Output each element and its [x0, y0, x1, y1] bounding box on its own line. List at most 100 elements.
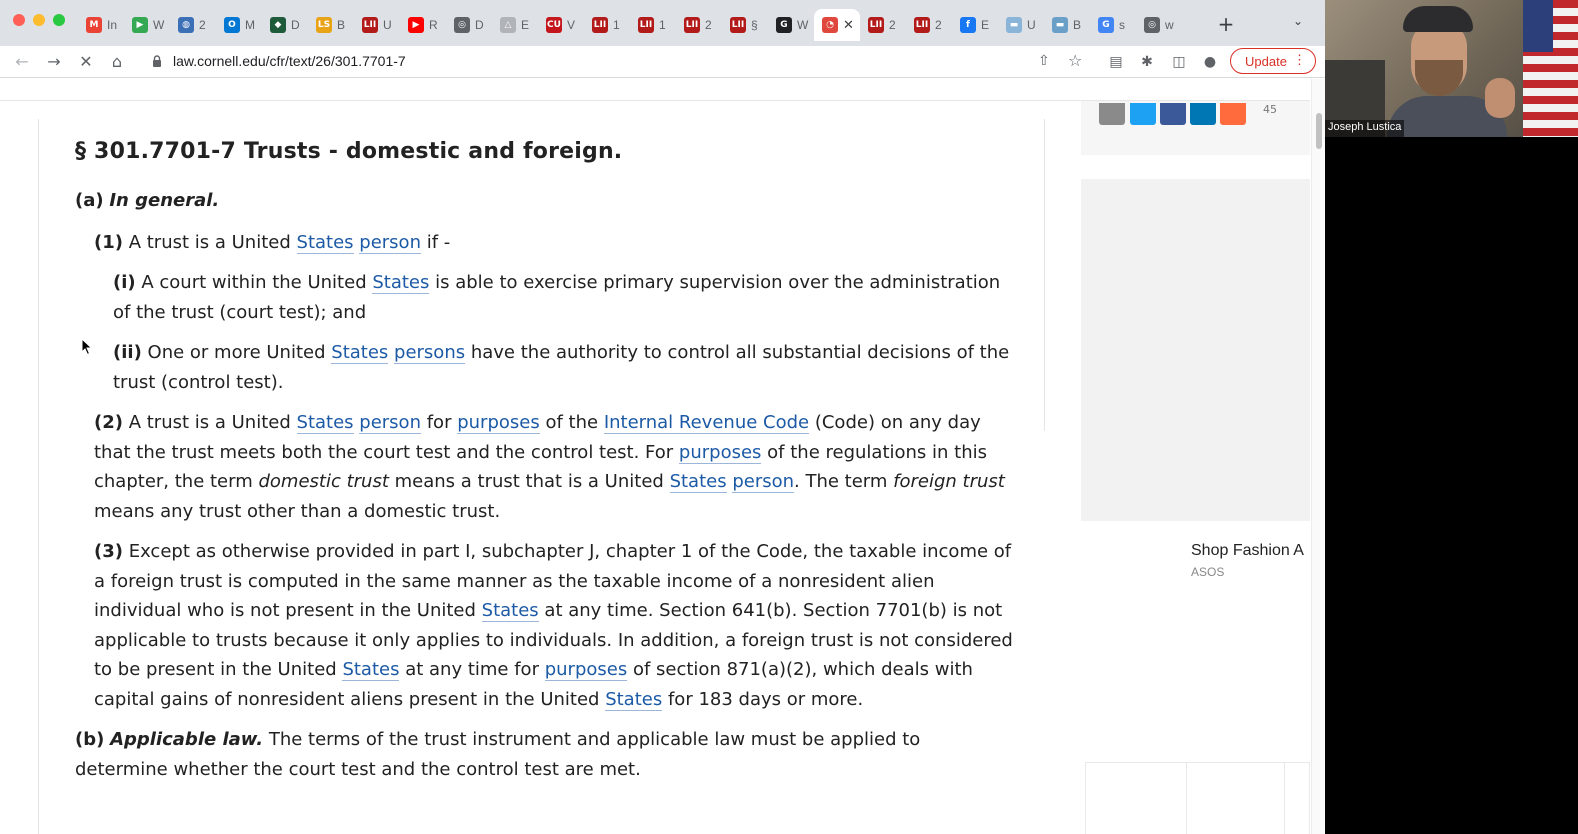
- tab-label: U: [1027, 18, 1036, 32]
- facebook-share-icon[interactable]: [1160, 103, 1186, 125]
- term-link-persons[interactable]: persons: [394, 342, 466, 364]
- social-share-bar: 45: [1081, 101, 1310, 155]
- more-share-icon[interactable]: [1220, 103, 1246, 125]
- term-link-purposes[interactable]: purposes: [544, 659, 628, 681]
- tab[interactable]: ▬ B: [1044, 9, 1090, 41]
- address-bar[interactable]: law.cornell.edu/cfr/text/26/301.7701-7 ⇧…: [140, 48, 1095, 76]
- lock-icon[interactable]: [152, 55, 162, 67]
- tab-favicon-icon: G: [776, 17, 792, 33]
- term-link-states[interactable]: States: [669, 471, 727, 493]
- term-link-person[interactable]: person: [359, 231, 421, 254]
- tab[interactable]: △ E: [492, 9, 538, 41]
- forward-button[interactable]: →: [42, 50, 66, 74]
- tab[interactable]: ▶ R: [400, 9, 446, 41]
- tab[interactable]: ◆ D: [262, 9, 308, 41]
- side-panel-icon[interactable]: ◫: [1171, 54, 1187, 70]
- linkedin-share-icon[interactable]: [1190, 103, 1216, 125]
- tab[interactable]: ◍ 2: [170, 9, 216, 41]
- paragraph-a1-i: (i) A court within the United States is …: [113, 268, 1015, 327]
- participant-name: Joseph Lustica: [1325, 120, 1405, 137]
- paragraph-marker: (2): [94, 412, 123, 433]
- term-link-states[interactable]: States: [481, 600, 539, 622]
- tab[interactable]: LII U: [354, 9, 400, 41]
- tab-label: R: [429, 18, 438, 32]
- window-minimize-button[interactable]: [33, 14, 45, 26]
- tab[interactable]: GW: [768, 9, 814, 41]
- share-icon[interactable]: ⇧: [1038, 53, 1050, 69]
- term-link-purposes[interactable]: purposes: [678, 441, 762, 464]
- tab-label: In: [107, 18, 118, 32]
- video-call-feed: [1325, 0, 1578, 137]
- bookmark-star-icon[interactable]: ☆: [1068, 51, 1082, 70]
- term-link-internal-revenue-code[interactable]: Internal Revenue Code: [603, 412, 810, 434]
- term-link-person[interactable]: person: [732, 471, 795, 493]
- regulation-article: § 301.7701-7 Trusts - domestic and forei…: [75, 139, 1015, 796]
- browser-toolbar: ← → ✕ ⌂ law.cornell.edu/cfr/text/26/301.…: [0, 46, 1325, 78]
- twitter-share-icon[interactable]: [1130, 103, 1156, 125]
- tab[interactable]: LS B: [308, 9, 354, 41]
- scrollbar-thumb[interactable]: [1316, 113, 1322, 149]
- term-link-states[interactable]: States: [342, 659, 400, 681]
- mouse-cursor-icon: [81, 338, 93, 356]
- page-header-strip: [0, 79, 1310, 101]
- new-tab-button[interactable]: +: [1216, 12, 1236, 36]
- term-link-purposes[interactable]: purposes: [457, 412, 540, 434]
- tab-favicon-icon: LII: [868, 17, 884, 33]
- tab[interactable]: M In: [78, 9, 124, 41]
- tab[interactable]: LII 2: [906, 9, 952, 41]
- web-page: § 301.7701-7 Trusts - domestic and forei…: [0, 79, 1325, 834]
- more-menu-icon[interactable]: ⋮: [1293, 52, 1306, 68]
- tab[interactable]: Gs: [1090, 9, 1136, 41]
- sidebar-widget: [1085, 762, 1310, 834]
- back-button[interactable]: ←: [10, 50, 34, 74]
- window-close-button[interactable]: [13, 14, 25, 26]
- window-maximize-button[interactable]: [53, 14, 65, 26]
- term-link-states[interactable]: States: [372, 272, 430, 294]
- tab[interactable]: ◎ w: [1136, 9, 1182, 41]
- tab[interactable]: ▶ W: [124, 9, 170, 41]
- tab[interactable]: OM: [216, 9, 262, 41]
- term-link-person[interactable]: person: [359, 412, 421, 434]
- paragraph-marker: (1): [94, 231, 123, 253]
- tab[interactable]: ▬ U: [998, 9, 1044, 41]
- page-scrollbar[interactable]: [1311, 79, 1325, 834]
- ad-title[interactable]: Shop Fashion A: [1191, 542, 1310, 560]
- term-link-states[interactable]: States: [296, 231, 354, 254]
- tab[interactable]: CU V: [538, 9, 584, 41]
- profile-icon[interactable]: ●: [1202, 54, 1218, 70]
- paragraph-text: if -: [426, 231, 451, 253]
- tab[interactable]: fE: [952, 9, 998, 41]
- update-button[interactable]: Update ⋮: [1230, 48, 1316, 74]
- tab[interactable]: LII §: [722, 9, 768, 41]
- section-a: (a) In general.: [75, 186, 1015, 216]
- tab-favicon-icon: LII: [362, 17, 378, 33]
- tab-active[interactable]: ◔ ✕: [814, 9, 860, 41]
- tab[interactable]: ◎ D: [446, 9, 492, 41]
- term-link-states[interactable]: States: [296, 412, 354, 434]
- ad-image[interactable]: [1081, 179, 1310, 521]
- extensions-puzzle-icon[interactable]: ✱: [1139, 54, 1155, 70]
- term-link-states[interactable]: States: [331, 342, 389, 364]
- paragraph-a1-ii: (ii) One or more United States persons h…: [113, 338, 1015, 397]
- paragraph-text: A trust is a United: [128, 231, 291, 253]
- term-link-states[interactable]: States: [605, 688, 663, 711]
- tab-search-chevron-icon[interactable]: ⌄: [1293, 14, 1303, 28]
- tab[interactable]: LII 2: [860, 9, 906, 41]
- paragraph-text: of the: [545, 412, 599, 433]
- home-button[interactable]: ⌂: [105, 50, 129, 74]
- tab[interactable]: LII 1: [584, 9, 630, 41]
- tab[interactable]: LII 2: [676, 9, 722, 41]
- tab-label: w: [1165, 18, 1174, 32]
- paragraph-text: means a trust that is a United: [394, 471, 664, 492]
- close-tab-icon[interactable]: ✕: [843, 18, 854, 33]
- url-text[interactable]: law.cornell.edu/cfr/text/26/301.7701-7: [173, 53, 406, 69]
- tab-label: U: [383, 18, 392, 32]
- tab-label: 1: [659, 18, 666, 32]
- extension-reader-icon[interactable]: ▤: [1108, 54, 1124, 70]
- tab-label: D: [291, 18, 300, 32]
- tab[interactable]: LII 1: [630, 9, 676, 41]
- email-share-icon[interactable]: [1099, 103, 1125, 125]
- defined-term: foreign trust: [893, 471, 1005, 492]
- stop-loading-button[interactable]: ✕: [74, 50, 98, 74]
- tab-favicon-icon: CU: [546, 17, 562, 33]
